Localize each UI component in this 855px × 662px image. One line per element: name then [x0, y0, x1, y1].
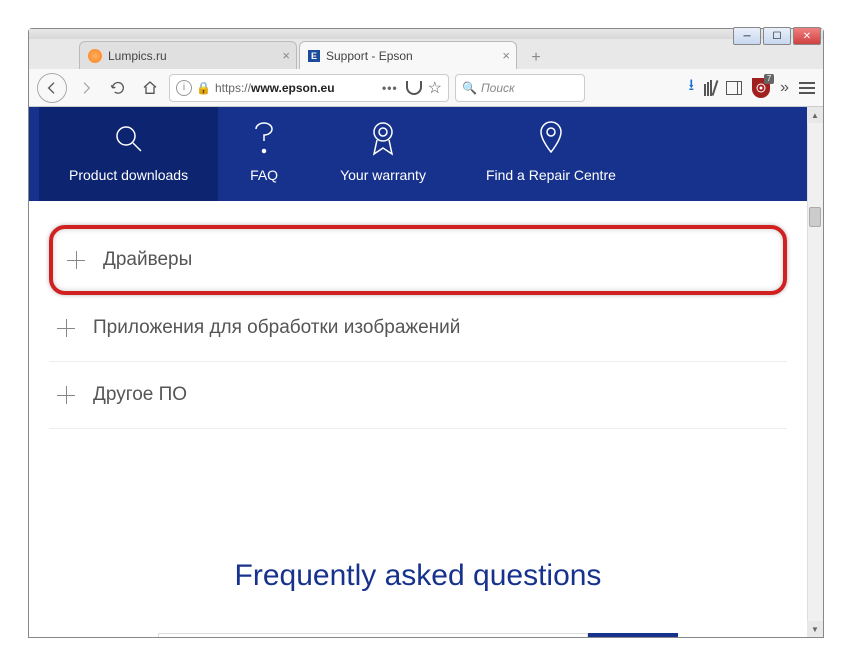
- search-bar[interactable]: 🔍 Поиск: [455, 74, 585, 102]
- pocket-icon[interactable]: [406, 81, 422, 95]
- tab-title: Lumpics.ru: [108, 49, 167, 63]
- tab-lumpics[interactable]: Lumpics.ru ×: [79, 41, 297, 69]
- maximize-button[interactable]: ☐: [763, 27, 791, 45]
- search-placeholder: Поиск: [481, 81, 515, 95]
- tab-strip: Lumpics.ru × E Support - Epson × +: [29, 39, 823, 69]
- accordion-other-software[interactable]: Другое ПО: [49, 362, 787, 429]
- url-text: https://www.epson.eu: [215, 81, 374, 95]
- url-actions: ☆: [406, 78, 442, 98]
- nav-warranty[interactable]: Your warranty: [310, 107, 456, 201]
- window-controls: ─ ☐ ✕: [733, 27, 821, 45]
- expand-icon: [57, 319, 75, 337]
- overflow-icon[interactable]: »: [780, 79, 789, 97]
- toolbar: i 🔒 https://www.epson.eu ••• ☆ 🔍 Поиск ⭳…: [29, 69, 823, 107]
- question-icon: [248, 121, 280, 157]
- title-bar: ─ ☐ ✕: [29, 29, 823, 39]
- faq-heading: Frequently asked questions: [29, 559, 807, 593]
- badge-icon: [367, 121, 399, 157]
- page-actions-icon[interactable]: •••: [382, 81, 398, 95]
- faq-search: SEARCH: [29, 633, 807, 637]
- home-button[interactable]: [137, 75, 163, 101]
- accordion-image-apps[interactable]: Приложения для обработки изображений: [49, 295, 787, 362]
- page-viewport: Product downloads FAQ Your warranty: [29, 107, 823, 637]
- nav-label: Your warranty: [340, 167, 426, 183]
- address-bar[interactable]: i 🔒 https://www.epson.eu ••• ☆: [169, 74, 449, 102]
- nav-label: Product downloads: [69, 167, 188, 183]
- faq-section: Frequently asked questions SEARCH: [29, 559, 807, 637]
- bookmark-star-icon[interactable]: ☆: [428, 78, 442, 98]
- scroll-up-icon[interactable]: ▲: [807, 107, 823, 123]
- page-content: Product downloads FAQ Your warranty: [29, 107, 807, 637]
- ublock-icon[interactable]: 7: [752, 78, 770, 98]
- favicon-icon: E: [308, 50, 320, 62]
- site-info-icon[interactable]: i: [176, 80, 192, 96]
- nav-product-downloads[interactable]: Product downloads: [39, 107, 218, 201]
- accordion-label: Приложения для обработки изображений: [93, 317, 460, 339]
- scrollbar-thumb[interactable]: [809, 207, 821, 227]
- close-tab-icon[interactable]: ×: [502, 48, 510, 63]
- nav-faq[interactable]: FAQ: [218, 107, 310, 201]
- scrollbar[interactable]: ▲ ▼: [807, 107, 823, 637]
- expand-icon: [67, 251, 85, 269]
- back-button[interactable]: [37, 73, 67, 103]
- downloads-icon[interactable]: ⭳: [688, 74, 694, 101]
- support-nav-bar: Product downloads FAQ Your warranty: [29, 107, 807, 201]
- favicon-icon: [88, 49, 102, 63]
- forward-button[interactable]: [73, 75, 99, 101]
- downloads-accordion: Драйверы Приложения для обработки изобра…: [29, 201, 807, 429]
- nav-label: FAQ: [250, 167, 278, 183]
- pin-icon: [537, 121, 565, 157]
- ublock-badge: 7: [764, 74, 774, 84]
- magnifier-icon: [113, 121, 145, 157]
- accordion-drivers[interactable]: Драйверы: [49, 225, 787, 295]
- accordion-label: Другое ПО: [93, 384, 187, 406]
- accordion-label: Драйверы: [103, 249, 192, 271]
- scroll-down-icon[interactable]: ▼: [807, 621, 823, 637]
- faq-search-button[interactable]: SEARCH: [588, 633, 678, 637]
- expand-icon: [57, 386, 75, 404]
- minimize-button[interactable]: ─: [733, 27, 761, 45]
- search-icon: 🔍: [462, 81, 477, 95]
- nav-repair-centre[interactable]: Find a Repair Centre: [456, 107, 646, 201]
- menu-icon[interactable]: [799, 82, 815, 94]
- sidebar-icon[interactable]: [726, 81, 742, 95]
- lock-icon: 🔒: [196, 81, 211, 95]
- close-button[interactable]: ✕: [793, 27, 821, 45]
- tab-epson-support[interactable]: E Support - Epson ×: [299, 41, 517, 69]
- browser-window: ─ ☐ ✕ Lumpics.ru × E Support - Epson × +: [28, 28, 824, 638]
- library-icon[interactable]: [704, 80, 716, 96]
- faq-search-input[interactable]: [158, 633, 588, 637]
- nav-label: Find a Repair Centre: [486, 167, 616, 183]
- tab-title: Support - Epson: [326, 49, 413, 63]
- close-tab-icon[interactable]: ×: [282, 48, 290, 63]
- toolbar-icons: ⭳ 7 »: [688, 74, 815, 101]
- reload-button[interactable]: [105, 75, 131, 101]
- new-tab-button[interactable]: +: [523, 47, 549, 69]
